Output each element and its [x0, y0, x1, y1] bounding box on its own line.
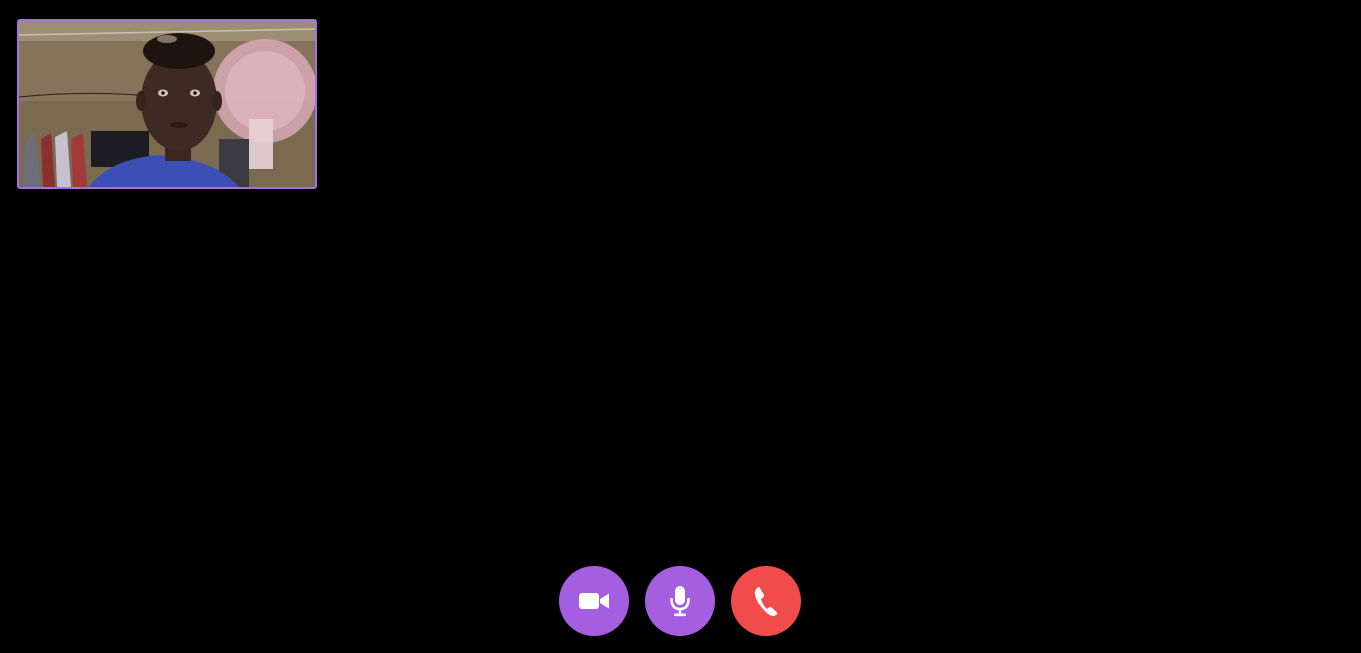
- end-call-button[interactable]: [731, 566, 801, 636]
- toggle-mic-button[interactable]: [645, 566, 715, 636]
- self-video-preview[interactable]: [17, 19, 317, 189]
- call-stage: [0, 0, 1361, 653]
- call-controls: [559, 566, 801, 636]
- microphone-icon: [669, 585, 691, 617]
- camera-feed-image: [19, 21, 315, 187]
- video-camera-icon: [578, 590, 610, 612]
- toggle-video-button[interactable]: [559, 566, 629, 636]
- phone-hangup-icon: [753, 586, 779, 616]
